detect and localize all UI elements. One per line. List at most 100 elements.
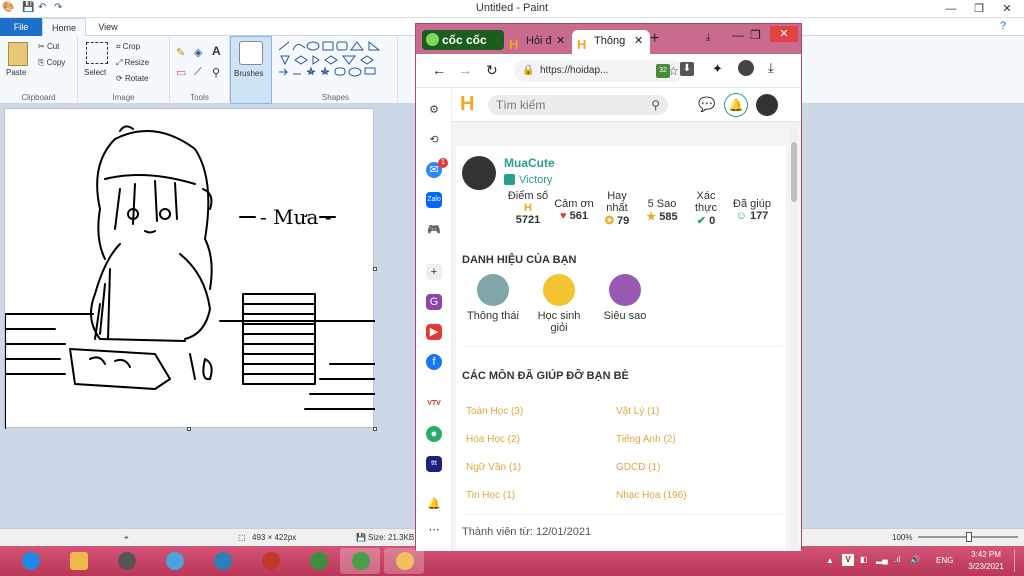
browser-tab-2-active[interactable]: H Thông ✕ [572,30,650,54]
browser-maximize-button[interactable]: ❐ [750,28,761,42]
chat-icon[interactable]: 💬 [698,96,715,113]
reload-icon[interactable]: ↻ [486,62,498,79]
eraser-icon[interactable]: ▭ [176,66,186,79]
youtube-icon[interactable]: ▶ [426,324,442,340]
site-search-input[interactable]: Tìm kiếm ⚲ [488,95,668,115]
chat-app-icon[interactable]: ● [426,426,442,442]
back-icon[interactable]: ← [432,62,446,78]
forward-icon[interactable]: → [458,62,472,78]
profile-username[interactable]: MuaCute [504,156,555,170]
downloads-icon[interactable]: ⤓ [768,60,774,76]
tab-1-close-icon[interactable]: ✕ [556,30,565,52]
game-controller-icon[interactable]: 🎮 [426,222,442,238]
drawing-canvas[interactable]: - Mưa - [4,108,377,431]
notification-bell-icon[interactable]: 🔔 [724,93,748,117]
close-button[interactable]: ✕ [992,0,1022,18]
subject-civics[interactable]: GDCD (1) [616,462,660,473]
browser-minimize-button[interactable]: — [732,28,744,42]
color-picker-icon[interactable]: ⟋ [194,66,202,79]
extension-badge-icon[interactable]: 32 [656,64,670,78]
select-icon[interactable] [86,42,108,64]
facebook-icon[interactable]: f [426,354,442,370]
crop-button[interactable]: ⌗ Crop [116,42,140,52]
subject-music-art[interactable]: Nhạc Họa (196) [616,490,687,501]
subject-physics[interactable]: Vật Lý (1) [616,406,659,417]
rotate-button[interactable]: ⟳ Rotate [116,74,149,83]
paste-button[interactable]: Paste [6,68,26,77]
coccoc-brand-button[interactable]: cốc cốc [422,30,504,50]
vietkey-icon[interactable]: V [842,554,854,566]
subject-math[interactable]: Toán Học (3) [466,406,523,417]
notifications-bell-icon[interactable]: 🔔 [426,496,442,512]
app4-taskbar-button[interactable] [154,548,194,574]
tab-2-close-icon[interactable]: ✕ [634,30,643,52]
history-icon[interactable]: ⟲ [426,132,442,148]
copy-button[interactable]: ⎘ Copy [38,58,65,68]
show-desktop-button[interactable] [1014,550,1015,572]
subject-english[interactable]: Tiếng Anh (2) [616,434,676,445]
cut-button[interactable]: ✂ Cut [38,42,59,51]
page-scrollbar-thumb[interactable] [791,142,797,202]
clock-date[interactable]: 3/23/2021 [964,562,1008,571]
minimize-button[interactable]: — [936,0,966,18]
app6-taskbar-button[interactable] [250,548,290,574]
help-icon[interactable]: ? [1000,20,1006,32]
tray-arrow-icon[interactable]: ▲ [826,556,834,565]
user-avatar[interactable] [756,94,778,116]
profile-icon[interactable] [738,60,754,76]
zalo-icon[interactable]: Zalo [426,192,442,208]
magnifier-icon[interactable]: ⚲ [212,66,220,79]
stat-verified-value: 0 [709,215,716,227]
download-box-icon[interactable]: ⬇ [680,62,694,76]
fill-icon[interactable]: ◈ [194,46,202,59]
page-scrollbar[interactable] [790,122,798,551]
shapes-gallery[interactable] [277,40,395,86]
coccoc-taskbar-button[interactable] [340,548,380,574]
search-icon[interactable]: ⚲ [651,95,660,115]
g-app-icon[interactable]: G [426,294,442,310]
text-icon[interactable]: A [212,44,221,58]
signal-icon[interactable]: .ıl [894,555,900,564]
subject-informatics[interactable]: Tin Học (1) [466,490,515,501]
vtv-icon[interactable]: VTV [426,396,442,412]
maximize-button[interactable]: ❐ [964,0,994,18]
tab-file[interactable]: File [0,18,42,36]
paste-icon[interactable] [8,42,28,66]
new-tab-button[interactable]: + [650,30,659,48]
tray-app-icon[interactable]: ◧ [860,555,868,564]
subject-chemistry[interactable]: Hóa Học (2) [466,434,520,445]
network-icon[interactable]: ▂▄ [876,555,888,564]
extensions-puzzle-icon[interactable]: ✦ [712,61,723,77]
news-app-icon[interactable]: ttt [426,456,442,472]
more-options-icon[interactable]: ⋯ [426,522,442,538]
paint-taskbar-button[interactable] [384,548,424,574]
browser-tab-1[interactable]: H Hỏi đ ✕ [504,30,572,54]
hoidap-logo-icon[interactable]: H [460,93,474,116]
add-sidebar-icon[interactable]: + [426,264,442,280]
select-button[interactable]: Select [84,68,106,77]
app3-taskbar-button[interactable] [106,548,146,574]
app7-taskbar-button[interactable] [298,548,338,574]
zoom-slider-thumb[interactable] [966,532,972,542]
brushes-button[interactable]: Brushes [230,36,272,104]
resize-handle-right[interactable] [373,267,377,271]
language-indicator[interactable]: ENG [936,556,953,565]
tab-home[interactable]: Home [42,18,86,36]
explorer-taskbar-button[interactable] [58,548,98,574]
clock-time[interactable]: 3:42 PM [968,550,1004,559]
pencil-icon[interactable]: ✎ [176,46,185,59]
resize-handle-bottom[interactable] [187,427,191,431]
tab-view[interactable]: View [88,18,128,36]
browser-close-button[interactable]: ✕ [770,26,798,42]
app5-taskbar-button[interactable] [202,548,242,574]
resize-handle-corner[interactable] [373,427,377,431]
volume-icon[interactable]: 🔊 [910,555,920,564]
tab-menu-icon[interactable]: ⤓ [706,32,710,43]
resize-button[interactable]: ⤢ Resize [116,58,149,68]
settings-gear-icon[interactable]: ⚙ [426,102,442,118]
subject-literature[interactable]: Ngữ Văn (1) [466,462,521,473]
badge-hoc-sinh-gioi[interactable]: Học sinh giỏi [528,274,590,334]
ie-taskbar-button[interactable] [10,548,50,574]
badge-thong-thai[interactable]: Thông thái [462,274,524,322]
badge-sieu-sao[interactable]: Siêu sao [594,274,656,322]
